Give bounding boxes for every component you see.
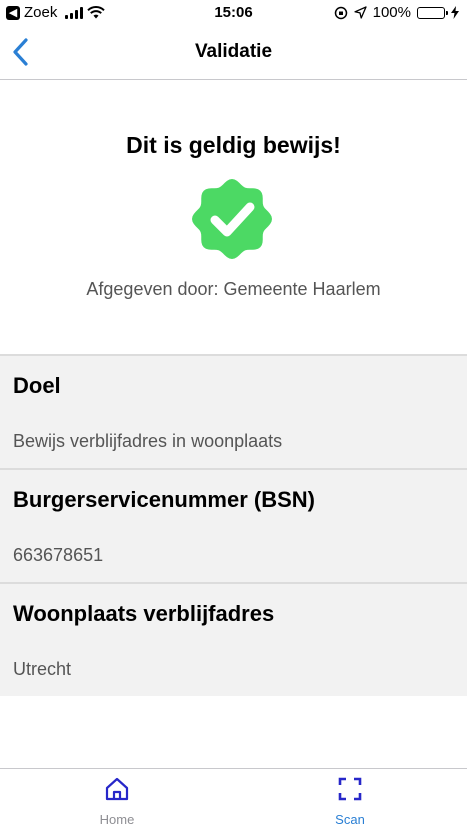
details-list: Doel Bewijs verblijfadres in woonplaats … <box>0 354 467 696</box>
detail-value: 663678651 <box>13 545 104 565</box>
validation-heading: Dit is geldig bewijs! <box>126 132 341 158</box>
detail-label: Burgerservicenummer (BSN) <box>13 487 315 512</box>
battery-icon <box>417 6 448 19</box>
status-bar: ◀ Zoek 15:06 100% <box>0 0 467 26</box>
tab-home[interactable]: Home <box>0 769 234 831</box>
detail-label: Doel <box>13 373 61 398</box>
charging-icon <box>451 6 459 19</box>
home-icon <box>105 777 129 801</box>
detail-bsn: Burgerservicenummer (BSN) 663678651 <box>0 468 467 582</box>
location-icon <box>353 6 367 19</box>
tab-label: Home <box>99 812 135 827</box>
detail-label: Woonplaats verblijfadres <box>13 601 275 626</box>
issuer-text: Afgegeven door: Gemeente Haarlem <box>86 279 381 299</box>
detail-doel: Doel Bewijs verblijfadres in woonplaats <box>0 354 467 468</box>
navigation-bar: Validatie <box>0 26 467 80</box>
detail-value: Bewijs verblijfadres in woonplaats <box>13 431 283 451</box>
verified-check-badge-icon <box>192 179 272 259</box>
status-right: 100% <box>334 4 459 21</box>
battery-percent: 100% <box>372 4 411 21</box>
detail-woonplaats: Woonplaats verblijfadres Utrecht <box>0 582 467 696</box>
tab-scan[interactable]: Scan <box>233 769 467 831</box>
orientation-lock-icon <box>334 6 347 19</box>
detail-value: Utrecht <box>13 659 72 679</box>
page-title: Validatie <box>194 41 273 62</box>
tab-bar: Home Scan <box>0 768 467 831</box>
tab-label: Scan <box>335 812 365 827</box>
scan-icon <box>338 777 362 801</box>
